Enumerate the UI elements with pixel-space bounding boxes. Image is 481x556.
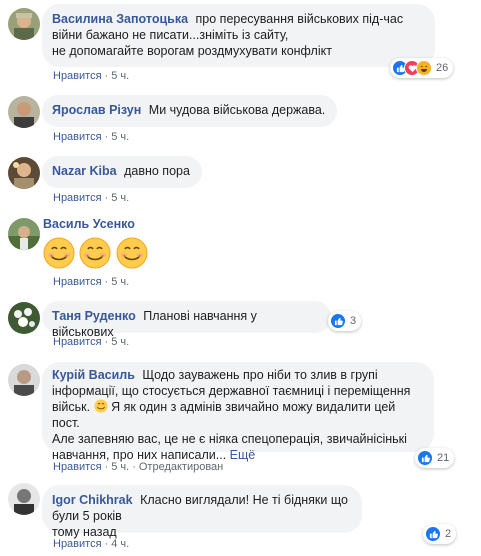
- comment-actions: Нравится · 5 ч.: [53, 70, 130, 82]
- reactions-summary[interactable]: 21: [415, 448, 455, 468]
- comment-actions: Нравится · 4 ч.: [53, 538, 130, 550]
- comment-bubble: Таня Руденко Планові навчання у військов…: [42, 301, 331, 339]
- like-icon: [417, 450, 433, 466]
- like-link[interactable]: Нравится: [53, 131, 102, 143]
- comment-actions: Нравится · 5 ч.: [53, 336, 130, 348]
- comment-text-line: Щодо зауважень про ніби то злив в групі: [142, 368, 378, 382]
- reaction-count: 2: [445, 528, 452, 540]
- reaction-count: 21: [437, 452, 450, 464]
- comment-author[interactable]: Nazar Kiba: [52, 164, 117, 178]
- avatar[interactable]: [8, 364, 40, 396]
- comment-author[interactable]: Ярослав Різун: [52, 103, 141, 117]
- timestamp[interactable]: 5 ч.: [111, 276, 129, 288]
- reactions-summary[interactable]: 3: [328, 311, 362, 331]
- comment-text-line: не допомагайте ворогам роздмухувати конф…: [52, 44, 332, 58]
- comment-actions: Нравится · 5 ч.: [53, 131, 130, 143]
- timestamp[interactable]: 5 ч.: [111, 70, 129, 82]
- smile-emoji: [116, 237, 148, 269]
- comment-text-line: військ.: [52, 400, 91, 414]
- haha-icon: [416, 60, 432, 76]
- comment-actions: Нравится · 5 ч. · Отредактирован: [53, 461, 224, 473]
- avatar[interactable]: [8, 157, 40, 189]
- edited-label[interactable]: Отредактирован: [139, 461, 223, 473]
- like-link[interactable]: Нравится: [53, 336, 102, 348]
- comment-text-line: війни бажано не писати...зніміть із сайт…: [52, 28, 289, 42]
- avatar[interactable]: [8, 218, 40, 250]
- see-more-link[interactable]: Ещё: [230, 448, 256, 462]
- comment-bubble: Ярослав Різун Ми чудова військова держав…: [42, 95, 338, 127]
- comment-actions: Нравится · 5 ч.: [53, 192, 130, 204]
- smile-emoji: [43, 237, 75, 269]
- like-link[interactable]: Нравится: [53, 192, 102, 204]
- comment-author[interactable]: Василина Запотоцька: [52, 12, 188, 26]
- comment-text-line: Але запевняю вас, це не є ніяка спецопер…: [52, 432, 407, 446]
- timestamp[interactable]: 5 ч.: [111, 336, 129, 348]
- comment-author[interactable]: Igor Chikhrak: [52, 493, 133, 507]
- comment-author[interactable]: Курій Василь: [52, 368, 135, 382]
- comment-bubble: Nazar Kiba давно пора: [42, 156, 202, 188]
- avatar[interactable]: [8, 8, 40, 40]
- reactions-summary[interactable]: 26: [390, 58, 454, 78]
- comment-bubble: Василина Запотоцька про пересування війс…: [42, 4, 435, 67]
- like-link[interactable]: Нравится: [53, 70, 102, 82]
- reactions-summary[interactable]: 2: [423, 524, 457, 544]
- timestamp[interactable]: 4 ч.: [111, 538, 129, 550]
- like-icon: [425, 526, 441, 542]
- comment-author[interactable]: Василь Усенко: [43, 217, 135, 231]
- comment-text-line: інформації, що стосується державної таєм…: [52, 384, 411, 398]
- comment-actions: Нравится · 5 ч.: [53, 276, 130, 288]
- smile-emoji: [79, 237, 111, 269]
- timestamp[interactable]: 5 ч.: [111, 461, 129, 473]
- avatar[interactable]: [8, 302, 40, 334]
- comment-bubble: Igor Chikhrak Класно виглядали! Не ті бі…: [42, 485, 362, 539]
- reaction-count: 26: [436, 62, 449, 74]
- timestamp[interactable]: 5 ч.: [111, 131, 129, 143]
- comment-text-line: про пересування військових під-час: [195, 12, 404, 26]
- avatar[interactable]: [8, 96, 40, 128]
- comment-text: давно пора: [124, 164, 190, 178]
- comment-author[interactable]: Таня Руденко: [52, 309, 136, 323]
- reaction-count: 3: [350, 315, 357, 327]
- like-icon: [330, 313, 346, 329]
- like-link[interactable]: Нравится: [53, 276, 102, 288]
- timestamp[interactable]: 5 ч.: [111, 192, 129, 204]
- emoji-row: [43, 237, 149, 271]
- smile-emoji: [94, 399, 108, 413]
- comment-bubble: Курій Василь Щодо зауважень про ніби то …: [42, 362, 434, 462]
- like-link[interactable]: Нравится: [53, 461, 102, 473]
- comment-text: Ми чудова військова держава.: [148, 103, 326, 117]
- like-link[interactable]: Нравится: [53, 538, 102, 550]
- avatar[interactable]: [8, 483, 40, 515]
